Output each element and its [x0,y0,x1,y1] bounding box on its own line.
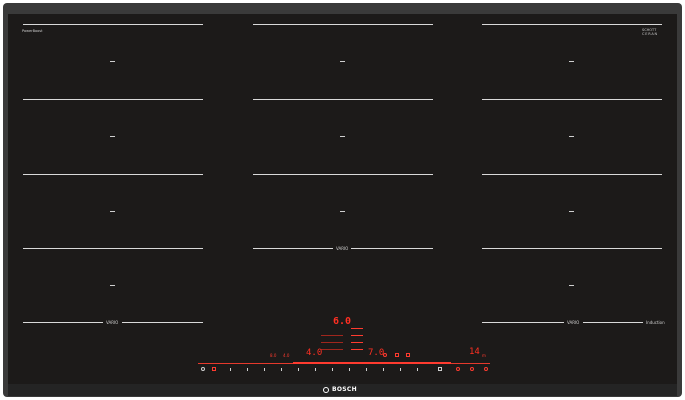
induction-label: Induction [646,320,665,325]
level-bar-dim-1 [321,335,343,336]
vario-label-left: VARIO [106,320,119,325]
cooktop-glass: PowerBoost SCHOTT CERAN VARIO VARIO VARI… [8,14,677,384]
zone-line-center-3 [253,174,433,175]
slider-tick-9[interactable] [366,368,367,371]
zone-line-right-5a [482,322,564,323]
lock-button-icon[interactable] [484,367,488,371]
display-right-value: 14 [469,347,480,357]
level-bar-dim-3 [321,349,343,350]
display-right-unit: m [482,353,486,358]
slider-tick-12[interactable] [417,368,418,371]
zone-mark-left-2[interactable] [110,136,115,137]
zone-line-center-2 [253,99,433,100]
zone-mark-left-4[interactable] [110,285,115,286]
brand-wordmark: BOSCH [332,386,357,393]
zone-line-left-5a [23,322,103,323]
small-label-left-a: 8.0 [270,353,277,358]
level-bar-3 [351,342,363,343]
zone-line-right-2 [482,99,662,100]
settings-icon[interactable] [438,367,442,371]
level-bar-4 [351,349,363,350]
top-left-label: PowerBoost [22,29,43,33]
slider-tick-8[interactable] [349,368,350,371]
slider-tick-3[interactable] [264,368,265,371]
display-center-left: 4.0 [306,348,323,358]
slider-tick-11[interactable] [400,368,401,371]
lock-icon[interactable] [406,353,410,357]
zone-line-left-2 [23,99,203,100]
zone-mark-left-3[interactable] [110,211,115,212]
vario-label-center: VARIO [336,246,349,251]
zone-mark-right-2[interactable] [569,136,574,137]
display-center-right: 7.0 [368,348,385,358]
slider-tick-5[interactable] [298,368,299,371]
zone-line-right-3 [482,174,662,175]
vario-label-right: VARIO [567,320,580,325]
small-label-left-b: 4.0 [283,353,290,358]
slider-tick-10[interactable] [383,368,384,371]
slider-tick-2[interactable] [247,368,248,371]
zone-mark-center-3[interactable] [340,211,345,212]
zone-mark-left-1[interactable] [110,61,115,62]
boost-button-icon[interactable] [212,367,216,371]
power-icon[interactable] [201,367,205,371]
timer-button-icon[interactable] [456,367,460,371]
zone-line-center-4a [253,248,333,249]
zone-mark-right-1[interactable] [569,61,574,62]
zone-line-left-3 [23,174,203,175]
zone-mark-center-2[interactable] [340,136,345,137]
zone-line-left-5b [122,322,203,323]
slider-tick-7[interactable] [332,368,333,371]
zone-mark-right-4[interactable] [569,285,574,286]
level-bar-dim-2 [321,342,343,343]
bosch-circle-logo-icon [323,387,329,393]
zone-line-left-1 [23,24,203,25]
boost-icon[interactable] [395,353,399,357]
slider-tick-1[interactable] [230,368,231,371]
zone-line-right-4 [482,248,662,249]
slider-tick-4[interactable] [281,368,282,371]
timer-icon[interactable] [383,353,387,357]
zone-line-right-1 [482,24,662,25]
zone-mark-center-1[interactable] [340,61,345,62]
slider-tick-6[interactable] [315,368,316,371]
zone-line-right-5b [583,322,643,323]
level-bar-1 [351,328,363,329]
clock-icon[interactable] [470,367,474,371]
display-top-center: 6.0 [333,316,352,327]
level-bar-2 [351,335,363,336]
zone-line-left-4 [23,248,203,249]
touch-slider-active[interactable] [293,362,451,364]
zone-line-center-1 [253,24,433,25]
schott-ceran-label-line2: CERAN [642,32,658,36]
zone-line-center-4b [351,248,433,249]
zone-mark-right-3[interactable] [569,211,574,212]
